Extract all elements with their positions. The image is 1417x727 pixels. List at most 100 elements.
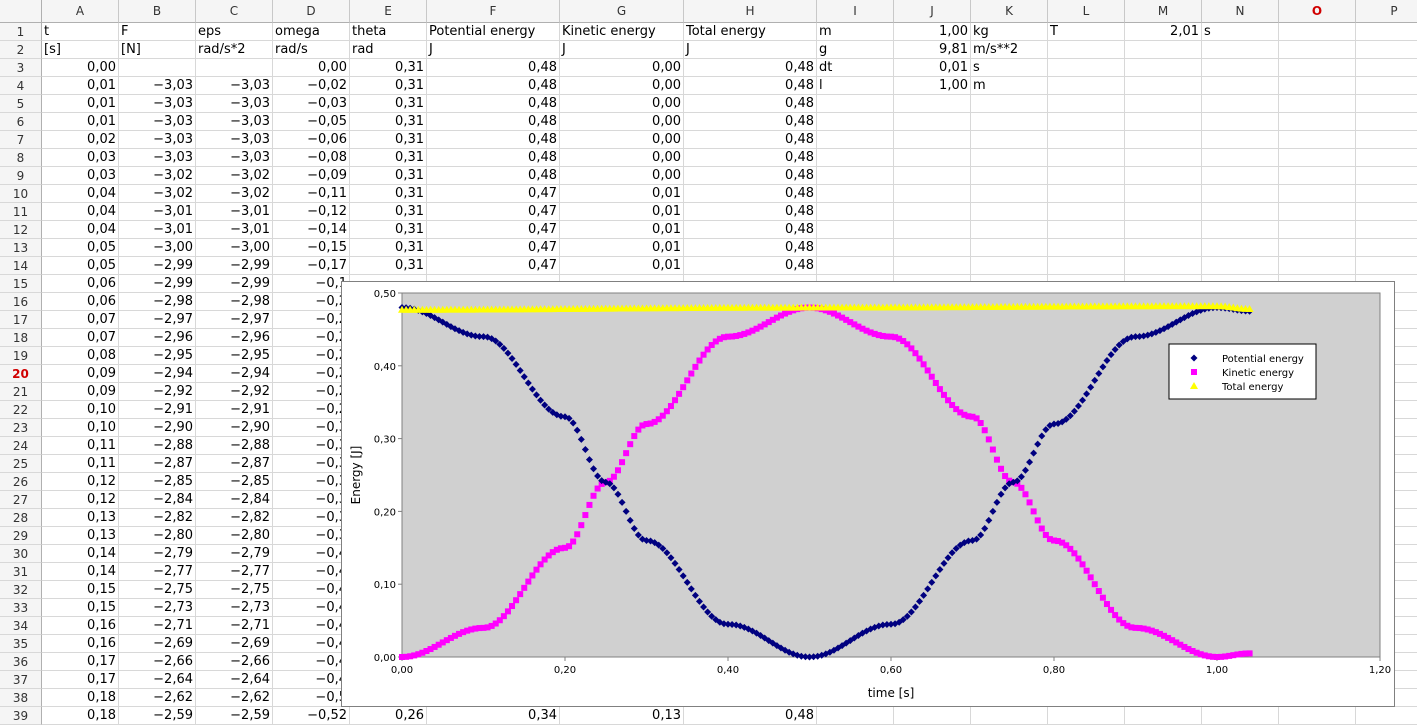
cell-e8[interactable]: 0,31	[350, 149, 427, 167]
cell-l9[interactable]	[1048, 167, 1125, 185]
cell-c11[interactable]: −3,01	[196, 203, 273, 221]
cell-e6[interactable]: 0,31	[350, 113, 427, 131]
cell-h12[interactable]: 0,48	[684, 221, 817, 239]
cell-c36[interactable]: −2,66	[196, 653, 273, 671]
cell-l11[interactable]	[1048, 203, 1125, 221]
cell-a6[interactable]: 0,01	[42, 113, 119, 131]
cell-j8[interactable]	[894, 149, 971, 167]
cell-h1[interactable]: Total energy	[684, 23, 817, 41]
cell-e13[interactable]: 0,31	[350, 239, 427, 257]
cell-d22[interactable]: −0,2	[273, 401, 350, 419]
row-header-26[interactable]: 26	[0, 473, 42, 491]
cell-d18[interactable]: −0,2	[273, 329, 350, 347]
cell-j6[interactable]	[894, 113, 971, 131]
cell-a35[interactable]: 0,16	[42, 635, 119, 653]
cell-p10[interactable]	[1356, 185, 1417, 203]
cell-b9[interactable]: −3,02	[119, 167, 196, 185]
cell-c18[interactable]: −2,96	[196, 329, 273, 347]
cell-k13[interactable]	[971, 239, 1048, 257]
cell-n4[interactable]	[1202, 77, 1279, 95]
cell-l39[interactable]	[1048, 707, 1125, 725]
cell-c14[interactable]: −2,99	[196, 257, 273, 275]
cell-b6[interactable]: −3,03	[119, 113, 196, 131]
cell-a14[interactable]: 0,05	[42, 257, 119, 275]
cell-d34[interactable]: −0,4	[273, 617, 350, 635]
cell-k6[interactable]	[971, 113, 1048, 131]
cell-a3[interactable]: 0,00	[42, 59, 119, 77]
cell-c22[interactable]: −2,91	[196, 401, 273, 419]
column-header-g[interactable]: G	[560, 0, 684, 23]
cell-d17[interactable]: −0,2	[273, 311, 350, 329]
column-header-a[interactable]: A	[42, 0, 119, 23]
cell-g14[interactable]: 0,01	[560, 257, 684, 275]
column-header-j[interactable]: J	[894, 0, 971, 23]
cell-b14[interactable]: −2,99	[119, 257, 196, 275]
cell-b21[interactable]: −2,92	[119, 383, 196, 401]
row-header-24[interactable]: 24	[0, 437, 42, 455]
cell-g39[interactable]: 0,13	[560, 707, 684, 725]
row-header-34[interactable]: 34	[0, 617, 42, 635]
cell-b35[interactable]: −2,69	[119, 635, 196, 653]
cell-k10[interactable]	[971, 185, 1048, 203]
cell-a19[interactable]: 0,08	[42, 347, 119, 365]
cell-b16[interactable]: −2,98	[119, 293, 196, 311]
cell-c15[interactable]: −2,99	[196, 275, 273, 293]
cell-j13[interactable]	[894, 239, 971, 257]
cell-k12[interactable]	[971, 221, 1048, 239]
cell-a39[interactable]: 0,18	[42, 707, 119, 725]
cell-b10[interactable]: −3,02	[119, 185, 196, 203]
row-header-11[interactable]: 11	[0, 203, 42, 221]
cell-d35[interactable]: −0,4	[273, 635, 350, 653]
cell-p5[interactable]	[1356, 95, 1417, 113]
row-header-4[interactable]: 4	[0, 77, 42, 95]
cell-a33[interactable]: 0,15	[42, 599, 119, 617]
cell-j11[interactable]	[894, 203, 971, 221]
cell-l6[interactable]	[1048, 113, 1125, 131]
row-header-2[interactable]: 2	[0, 41, 42, 59]
cell-b36[interactable]: −2,66	[119, 653, 196, 671]
cell-e5[interactable]: 0,31	[350, 95, 427, 113]
cell-b22[interactable]: −2,91	[119, 401, 196, 419]
cell-a10[interactable]: 0,04	[42, 185, 119, 203]
cell-c17[interactable]: −2,97	[196, 311, 273, 329]
cell-b31[interactable]: −2,77	[119, 563, 196, 581]
cell-b33[interactable]: −2,73	[119, 599, 196, 617]
row-header-5[interactable]: 5	[0, 95, 42, 113]
cell-f7[interactable]: 0,48	[427, 131, 560, 149]
cell-b17[interactable]: −2,97	[119, 311, 196, 329]
cell-c34[interactable]: −2,71	[196, 617, 273, 635]
cell-c31[interactable]: −2,77	[196, 563, 273, 581]
cell-c20[interactable]: −2,94	[196, 365, 273, 383]
cell-m1[interactable]: 2,01	[1125, 23, 1202, 41]
column-header-n[interactable]: N	[1202, 0, 1279, 23]
row-header-32[interactable]: 32	[0, 581, 42, 599]
cell-n6[interactable]	[1202, 113, 1279, 131]
cell-m8[interactable]	[1125, 149, 1202, 167]
cell-n9[interactable]	[1202, 167, 1279, 185]
cell-o6[interactable]	[1279, 113, 1356, 131]
cell-k7[interactable]	[971, 131, 1048, 149]
cell-c12[interactable]: −3,01	[196, 221, 273, 239]
cell-d37[interactable]: −0,4	[273, 671, 350, 689]
cell-a38[interactable]: 0,18	[42, 689, 119, 707]
cell-d12[interactable]: −0,14	[273, 221, 350, 239]
cell-b20[interactable]: −2,94	[119, 365, 196, 383]
cell-f12[interactable]: 0,47	[427, 221, 560, 239]
cell-d29[interactable]: −0,3	[273, 527, 350, 545]
cell-d7[interactable]: −0,06	[273, 131, 350, 149]
cell-a16[interactable]: 0,06	[42, 293, 119, 311]
row-header-9[interactable]: 9	[0, 167, 42, 185]
cell-k39[interactable]	[971, 707, 1048, 725]
row-header-20[interactable]: 20	[0, 365, 42, 383]
cell-a11[interactable]: 0,04	[42, 203, 119, 221]
cell-e4[interactable]: 0,31	[350, 77, 427, 95]
cell-d23[interactable]: −0,3	[273, 419, 350, 437]
cell-f2[interactable]: J	[427, 41, 560, 59]
cell-a23[interactable]: 0,10	[42, 419, 119, 437]
cell-c7[interactable]: −3,03	[196, 131, 273, 149]
cell-f4[interactable]: 0,48	[427, 77, 560, 95]
cell-b2[interactable]: [N]	[119, 41, 196, 59]
cell-c19[interactable]: −2,95	[196, 347, 273, 365]
cell-d8[interactable]: −0,08	[273, 149, 350, 167]
cell-p12[interactable]	[1356, 221, 1417, 239]
